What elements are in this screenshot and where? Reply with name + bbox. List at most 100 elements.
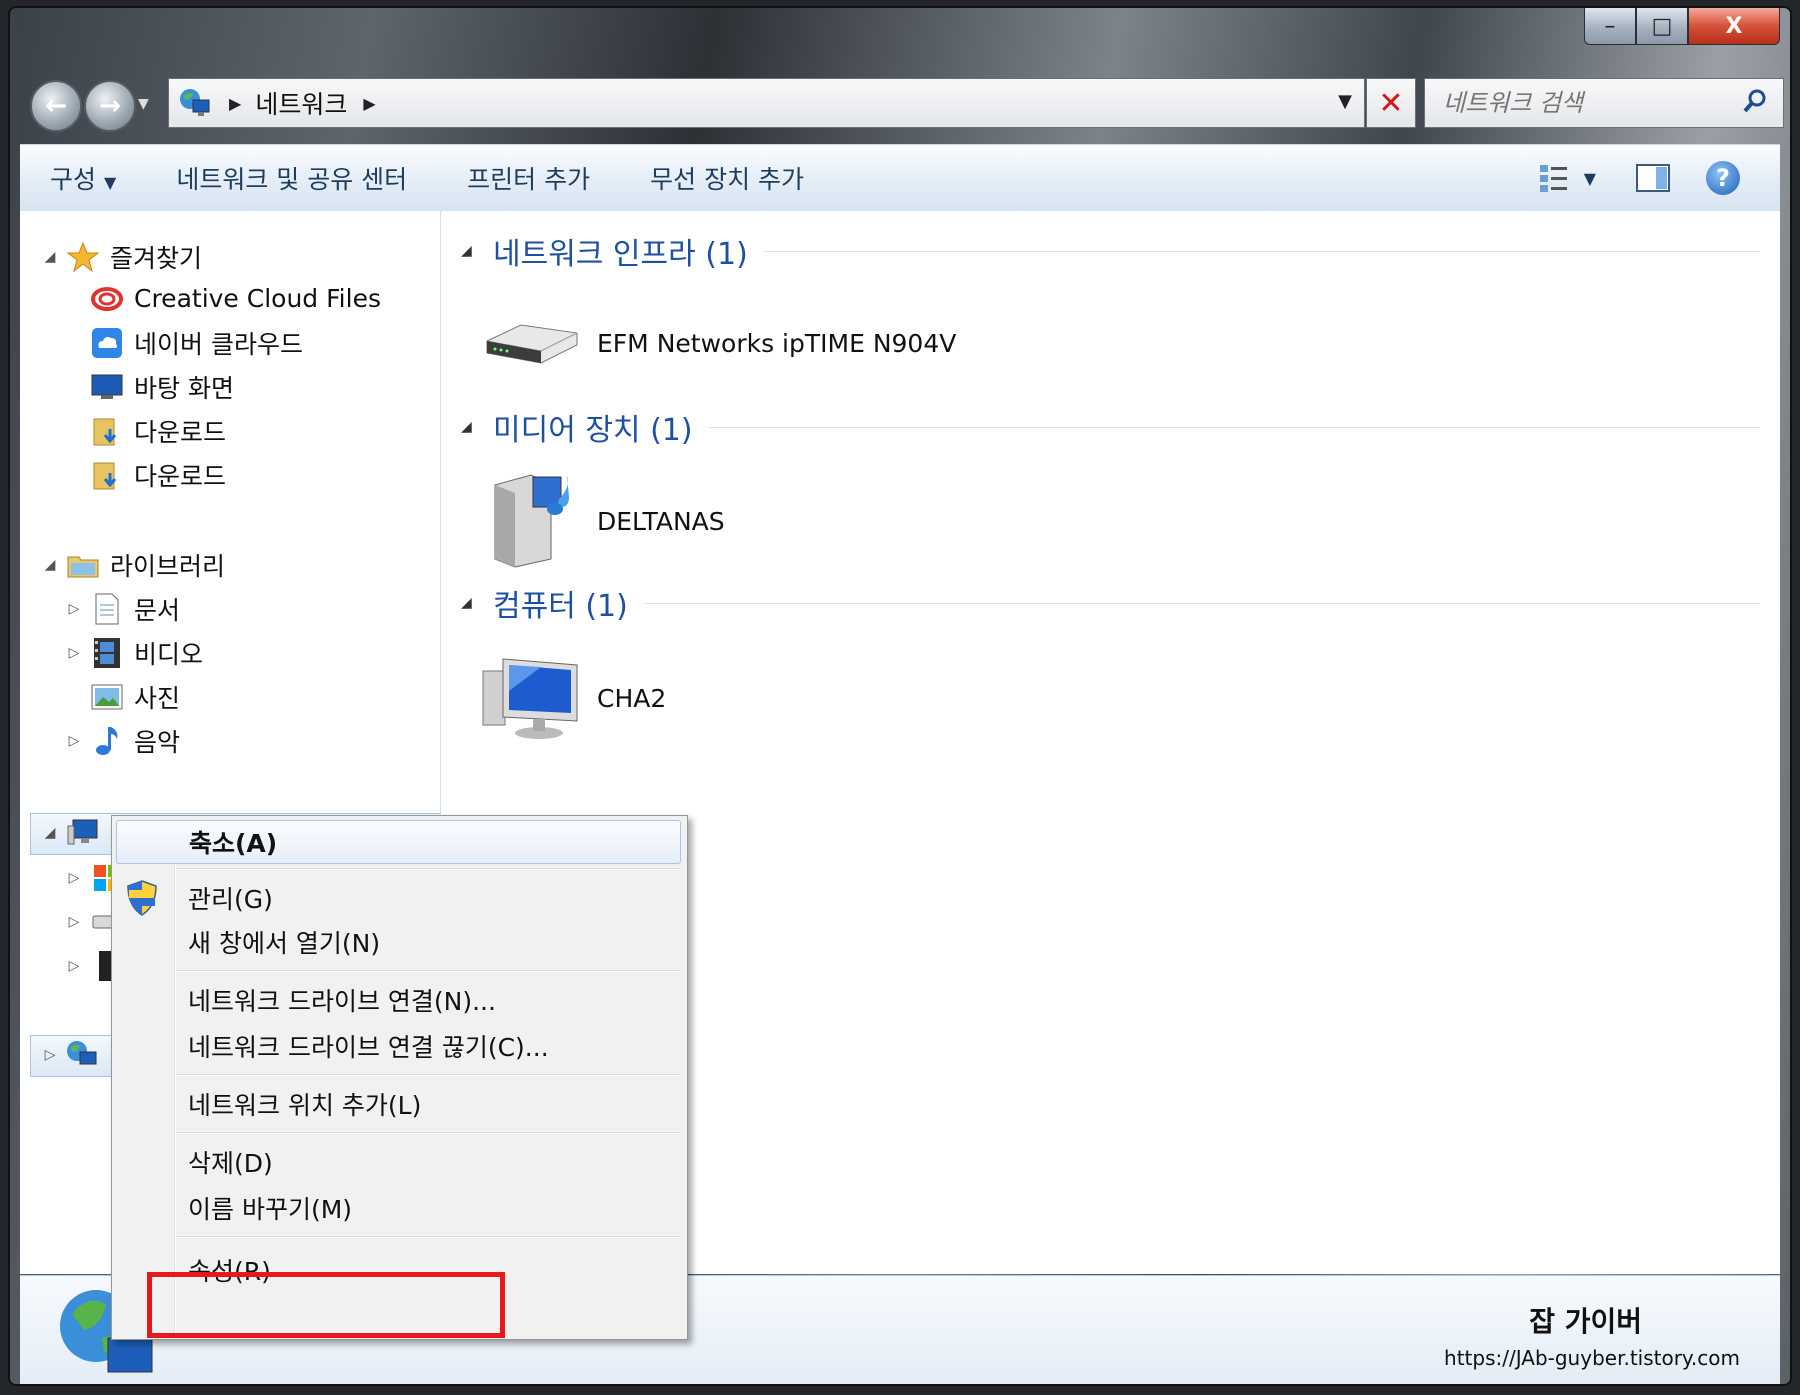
menu-item-add-network-location[interactable]: 네트워크 위치 추가(L)	[116, 1082, 681, 1126]
address-dropdown-icon[interactable]: ▼	[1338, 91, 1352, 112]
stop-x-icon: ✕	[1378, 85, 1404, 121]
menu-item-delete[interactable]: 삭제(D)	[116, 1140, 681, 1184]
menu-item-collapse[interactable]: 축소(A)	[116, 820, 681, 864]
naver-cloud-icon	[90, 326, 124, 360]
menu-item-disconnect-network-drive[interactable]: 네트워크 드라이브 연결 끊기(C)...	[116, 1024, 681, 1068]
collapse-triangle-icon[interactable]: ◢	[461, 595, 483, 611]
help-button[interactable]: ?	[1706, 161, 1740, 195]
expand-triangle-icon[interactable]: ▷	[64, 645, 84, 661]
minimize-button[interactable]: –	[1584, 8, 1636, 45]
preview-pane-icon[interactable]	[1636, 163, 1670, 193]
search-input[interactable]	[1425, 88, 1745, 118]
expand-triangle-icon[interactable]: ▷	[64, 914, 84, 930]
computer-icon	[66, 816, 100, 850]
expand-triangle-icon[interactable]: ▷	[64, 870, 84, 886]
nav-favorites[interactable]: ◢ 즐겨찾기	[40, 239, 202, 275]
menu-item-label: 축소(A)	[189, 829, 278, 858]
menu-item-label: 새 창에서 열기(N)	[188, 929, 381, 958]
collapse-triangle-icon[interactable]: ◢	[40, 557, 60, 573]
nav-item-creative-cloud[interactable]: Creative Cloud Files	[90, 281, 381, 315]
collapse-triangle-icon[interactable]: ◢	[40, 825, 60, 841]
nav-item-label: 문서	[134, 596, 181, 625]
nav-favorites-label: 즐겨찾기	[110, 244, 203, 273]
forward-arrow-icon: →	[99, 91, 121, 121]
device-item-router[interactable]: EFM Networks ipTIME N904V	[481, 311, 956, 375]
group-header-infrastructure[interactable]: ◢ 네트워크 인프라 (1)	[461, 229, 1760, 273]
search-icon[interactable]	[1741, 87, 1769, 119]
collapse-triangle-icon[interactable]: ◢	[461, 243, 483, 259]
collapse-triangle-icon[interactable]: ◢	[461, 419, 483, 435]
desktop-icon	[90, 370, 124, 404]
star-icon	[66, 240, 100, 274]
group-header-computers[interactable]: ◢ 컴퓨터 (1)	[461, 581, 1760, 625]
menu-item-open-new-window[interactable]: 새 창에서 열기(N)	[116, 920, 681, 964]
libraries-icon	[66, 548, 100, 582]
add-printer-button[interactable]: 프린터 추가	[437, 160, 620, 196]
router-icon	[481, 311, 581, 375]
pictures-icon	[90, 680, 124, 714]
maximize-button[interactable]: □	[1636, 8, 1688, 45]
nav-item-documents[interactable]: ▷ 문서	[64, 591, 180, 627]
menu-item-map-network-drive[interactable]: 네트워크 드라이브 연결(N)...	[116, 978, 681, 1022]
documents-icon	[90, 592, 124, 626]
address-bar[interactable]: ▶ 네트워크 ▶ ▼	[168, 78, 1365, 128]
refresh-stop-button[interactable]: ✕	[1366, 78, 1416, 128]
group-divider	[643, 602, 1760, 604]
menu-separator	[176, 868, 681, 870]
nav-item-label: Creative Cloud Files	[134, 283, 381, 313]
add-wireless-device-button[interactable]: 무선 장치 추가	[620, 160, 834, 196]
view-dropdown-icon[interactable]: ▼	[1584, 169, 1596, 188]
collapse-triangle-icon[interactable]: ◢	[40, 249, 60, 265]
forward-button[interactable]: →	[84, 80, 136, 132]
nav-item-desktop[interactable]: 바탕 화면	[90, 369, 234, 405]
nav-item-downloads[interactable]: 다운로드	[90, 413, 226, 449]
expand-triangle-icon[interactable]: ▷	[64, 601, 84, 617]
expand-triangle-icon[interactable]: ▷	[64, 733, 84, 749]
device-item-deltanas[interactable]: DELTANAS	[481, 469, 725, 573]
expand-triangle-icon[interactable]: ▷	[64, 958, 84, 974]
menu-item-rename[interactable]: 이름 바꾸기(M)	[116, 1186, 681, 1230]
media-server-icon	[481, 469, 581, 573]
menu-separator	[176, 1074, 681, 1076]
breadcrumb-separator[interactable]: ▶	[229, 94, 241, 113]
chevron-down-icon: ▼	[104, 173, 117, 192]
nav-item-label: 다운로드	[134, 418, 227, 447]
device-label: CHA2	[597, 683, 667, 713]
nav-libraries[interactable]: ◢ 라이브러리	[40, 547, 225, 583]
group-title: 미디어 장치 (1)	[493, 413, 693, 448]
back-arrow-icon: ←	[45, 91, 67, 121]
watermark-name: 잡 가이버	[1529, 1305, 1642, 1338]
nav-item-music[interactable]: ▷ 음악	[64, 723, 180, 759]
network-sharing-center-button[interactable]: 네트워크 및 공유 센터	[146, 160, 437, 196]
group-title: 컴퓨터 (1)	[493, 589, 628, 624]
menu-item-label: 네트워크 드라이브 연결 끊기(C)...	[188, 1033, 549, 1062]
nav-item-label: 비디오	[134, 640, 204, 669]
device-item-cha2[interactable]: CHA2	[481, 651, 666, 745]
video-icon	[90, 636, 124, 670]
group-header-media[interactable]: ◢ 미디어 장치 (1)	[461, 405, 1760, 449]
menu-separator	[176, 1132, 681, 1134]
nav-item-video[interactable]: ▷ 비디오	[64, 635, 203, 671]
downloads-folder-icon	[90, 414, 124, 448]
view-options-icon[interactable]	[1538, 162, 1574, 194]
close-button[interactable]: X	[1688, 8, 1780, 45]
expand-triangle-icon[interactable]: ▷	[40, 1047, 60, 1063]
nav-item-label: 음악	[134, 728, 181, 757]
nav-item-pictures[interactable]: 사진	[64, 679, 180, 715]
history-dropdown-icon[interactable]: ▼	[138, 96, 149, 112]
highlight-box	[147, 1272, 505, 1338]
breadcrumb-network[interactable]: 네트워크	[255, 85, 347, 121]
downloads-folder-icon	[90, 458, 124, 492]
search-box[interactable]	[1424, 78, 1784, 128]
breadcrumb-separator[interactable]: ▶	[363, 94, 375, 113]
group-title: 네트워크 인프라 (1)	[493, 237, 748, 272]
organize-button[interactable]: 구성 ▼	[20, 160, 146, 196]
menu-item-label: 이름 바꾸기(M)	[188, 1195, 353, 1224]
menu-item-manage[interactable]: 관리(G)	[116, 876, 681, 920]
device-label: DELTANAS	[597, 506, 725, 536]
nav-item-naver-cloud[interactable]: 네이버 클라우드	[90, 325, 303, 361]
menu-separator	[176, 970, 681, 972]
nav-item-downloads-2[interactable]: 다운로드	[90, 457, 226, 493]
back-button[interactable]: ←	[30, 80, 82, 132]
watermark-url: https://JAb-guyber.tistory.com	[1444, 1346, 1740, 1370]
